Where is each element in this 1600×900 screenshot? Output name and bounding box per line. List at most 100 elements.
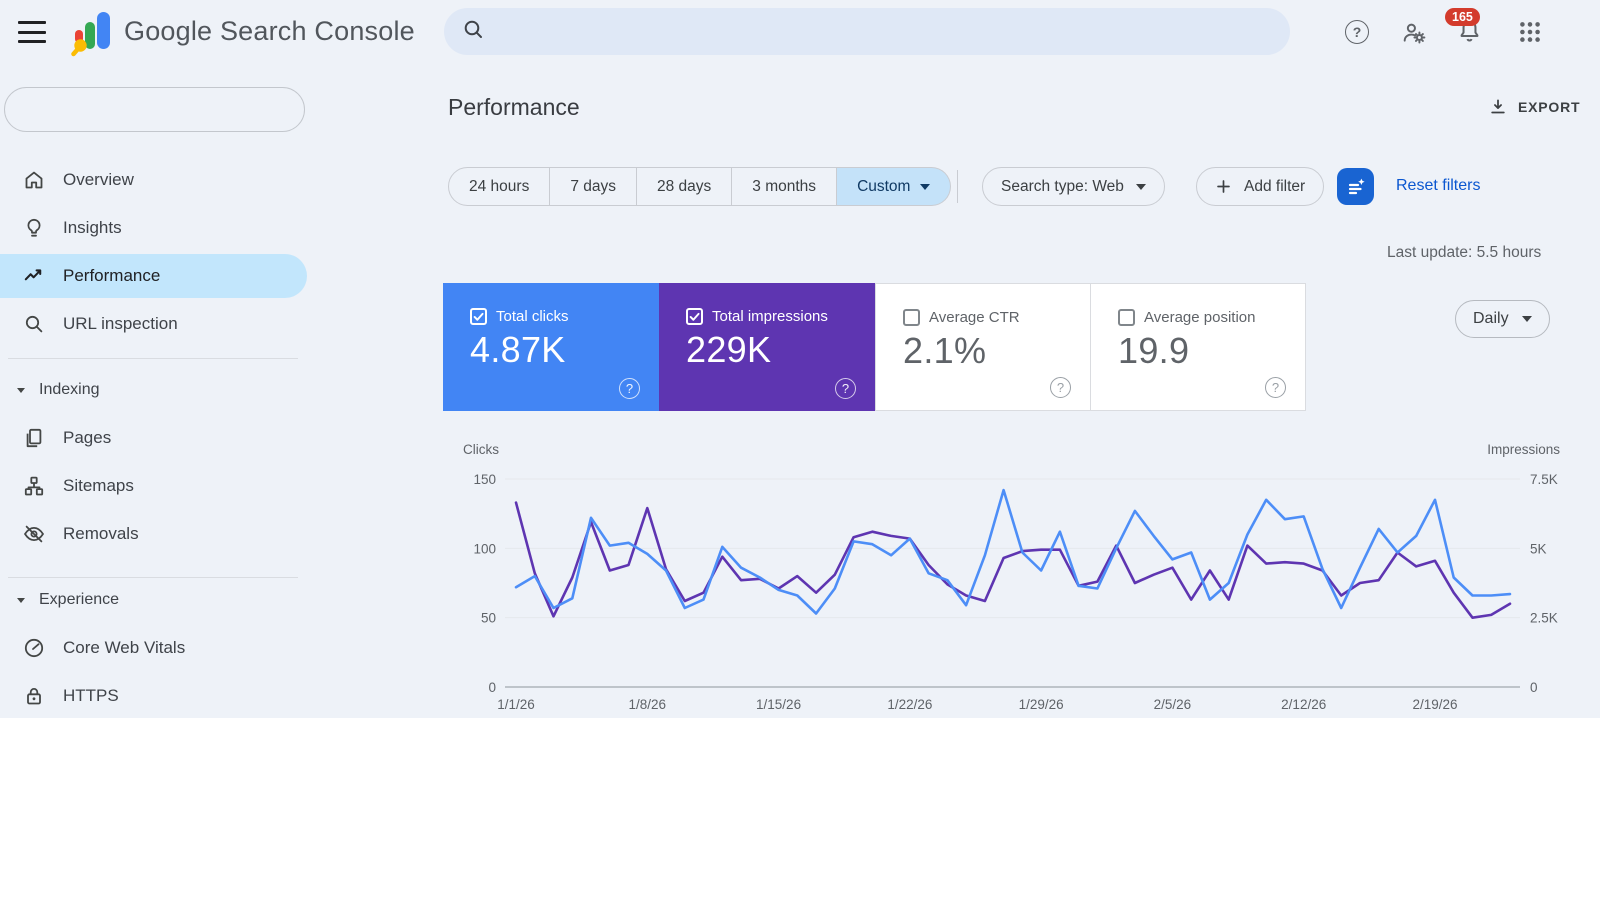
chevron-down-icon [17, 597, 25, 603]
checkbox-checked-icon[interactable] [470, 308, 487, 325]
user-gear-icon [1403, 23, 1426, 43]
export-button[interactable]: EXPORT [1488, 97, 1580, 117]
sidebar-item-core-web-vitals[interactable]: Core Web Vitals [0, 626, 307, 670]
total-impressions-card[interactable]: Total impressions 229K ? [659, 283, 875, 411]
section-label: Indexing [39, 381, 100, 398]
export-label: EXPORT [1518, 99, 1581, 115]
reset-filters-link[interactable]: Reset filters [1396, 177, 1480, 195]
granularity-dropdown[interactable]: Daily [1455, 300, 1550, 338]
metric-cards: Total clicks 4.87K ? Total impressions 2… [443, 283, 1306, 411]
svg-text:0: 0 [1530, 680, 1538, 695]
lock-icon [27, 688, 41, 705]
sidebar-item-label: HTTPS [63, 686, 119, 705]
chevron-down-icon [1521, 316, 1532, 322]
svg-text:5K: 5K [1530, 541, 1547, 556]
metric-value: 2.1% [903, 330, 987, 371]
range-custom[interactable]: Custom [837, 167, 952, 206]
svg-text:150: 150 [473, 472, 496, 487]
apps-grid-icon [1520, 22, 1540, 42]
plus-icon [1217, 180, 1230, 193]
metric-label: Average position [1144, 309, 1256, 326]
section-label: Experience [39, 591, 120, 608]
search-input[interactable] [444, 8, 1290, 55]
search-type-dropdown[interactable]: Search type: Web [982, 167, 1165, 206]
search-type-label: Search type: Web [1001, 177, 1124, 195]
svg-text:1/15/26: 1/15/26 [756, 697, 801, 712]
google-apps-button[interactable] [1517, 19, 1543, 45]
metric-value: 19.9 [1118, 330, 1190, 371]
sidebar-item-sitemaps[interactable]: Sitemaps [0, 464, 307, 508]
help-icon[interactable]: ? [1050, 377, 1071, 398]
filter-separator [957, 170, 958, 203]
notifications-button[interactable]: 165 [1445, 8, 1484, 47]
help-icon: ? [1345, 20, 1369, 44]
range-custom-label: Custom [857, 177, 911, 195]
checkbox-unchecked-icon[interactable] [903, 309, 920, 326]
sidebar-item-removals[interactable]: Removals [0, 512, 307, 556]
lightbulb-icon [27, 218, 41, 237]
home-icon [25, 171, 43, 189]
svg-text:0: 0 [488, 680, 496, 695]
download-icon [1491, 99, 1505, 114]
sidebar-item-pages[interactable]: Pages [0, 416, 307, 460]
search-console-logo-icon [70, 9, 116, 62]
total-clicks-card[interactable]: Total clicks 4.87K ? [443, 283, 659, 411]
sidebar-divider [8, 358, 298, 359]
metric-label: Total impressions [712, 308, 828, 325]
range-28-days[interactable]: 28 days [637, 167, 733, 206]
menu-icon[interactable] [18, 21, 46, 43]
smart-filter-button[interactable] [1337, 168, 1374, 205]
sidebar-item-https[interactable]: HTTPS [0, 674, 307, 718]
eye-off-icon [24, 525, 44, 543]
svg-text:Impressions: Impressions [1487, 442, 1560, 457]
help-icon[interactable]: ? [835, 378, 856, 399]
sidebar-item-label: Removals [63, 524, 139, 543]
svg-text:2/12/26: 2/12/26 [1281, 697, 1326, 712]
metric-label: Average CTR [929, 309, 1020, 326]
range-3-months[interactable]: 3 months [732, 167, 838, 206]
search-icon [461, 17, 485, 46]
performance-chart: 0 0 50 2.5K 100 5K 150 7.5K Clicks Impressions 1/1… [463, 442, 1560, 712]
user-settings-button[interactable] [1401, 19, 1427, 45]
sidebar-item-label: Performance [63, 266, 161, 285]
checkbox-unchecked-icon[interactable] [1118, 309, 1135, 326]
sidebar-item-label: URL inspection [63, 314, 178, 333]
property-selector[interactable] [4, 87, 305, 132]
sidebar-item-insights[interactable]: Insights [0, 206, 307, 250]
help-icon[interactable]: ? [619, 378, 640, 399]
sidebar-item-label: Insights [63, 218, 122, 237]
speedometer-icon [24, 638, 44, 658]
sidebar-item-performance[interactable]: Performance [0, 254, 307, 298]
help-icon[interactable]: ? [1265, 377, 1286, 398]
sidebar-item-label: Overview [63, 170, 134, 189]
svg-text:Clicks: Clicks [463, 442, 499, 457]
help-button[interactable]: ? [1344, 19, 1370, 45]
pages-icon [26, 428, 42, 448]
sidebar-item-url-inspection[interactable]: URL inspection [0, 302, 307, 346]
svg-text:100: 100 [473, 541, 496, 556]
svg-text:50: 50 [481, 611, 496, 626]
svg-text:2/5/26: 2/5/26 [1154, 697, 1192, 712]
add-filter-label: Add filter [1244, 177, 1306, 195]
metric-value: 4.87K [470, 329, 566, 370]
svg-text:2.5K: 2.5K [1530, 611, 1558, 626]
average-position-card[interactable]: Average position 19.9 ? [1090, 283, 1306, 411]
sidebar-item-overview[interactable]: Overview [0, 158, 307, 202]
chevron-down-icon [920, 183, 931, 190]
magnifier-icon [25, 315, 43, 333]
search-console-app: Google Search Console ? 165 Overview Ins… [0, 0, 1600, 718]
sidebar-item-label: Pages [63, 428, 112, 447]
average-ctr-card[interactable]: Average CTR 2.1% ? [875, 283, 1091, 411]
metric-value: 229K [686, 329, 772, 370]
add-filter-button[interactable]: Add filter [1196, 167, 1325, 206]
filter-sparkle-icon [1348, 178, 1365, 194]
range-24-hours[interactable]: 24 hours [448, 167, 551, 206]
last-update-text: Last update: 5.5 hours [1387, 244, 1542, 261]
granularity-label: Daily [1473, 310, 1509, 327]
svg-text:2/19/26: 2/19/26 [1412, 697, 1457, 712]
sidebar-section-indexing[interactable]: Indexing [0, 368, 307, 412]
checkbox-checked-icon[interactable] [686, 308, 703, 325]
date-range-segmented-control: 24 hours 7 days 28 days 3 months Custom [448, 167, 952, 206]
sidebar-section-experience[interactable]: Experience [0, 578, 307, 622]
range-7-days[interactable]: 7 days [550, 167, 637, 206]
